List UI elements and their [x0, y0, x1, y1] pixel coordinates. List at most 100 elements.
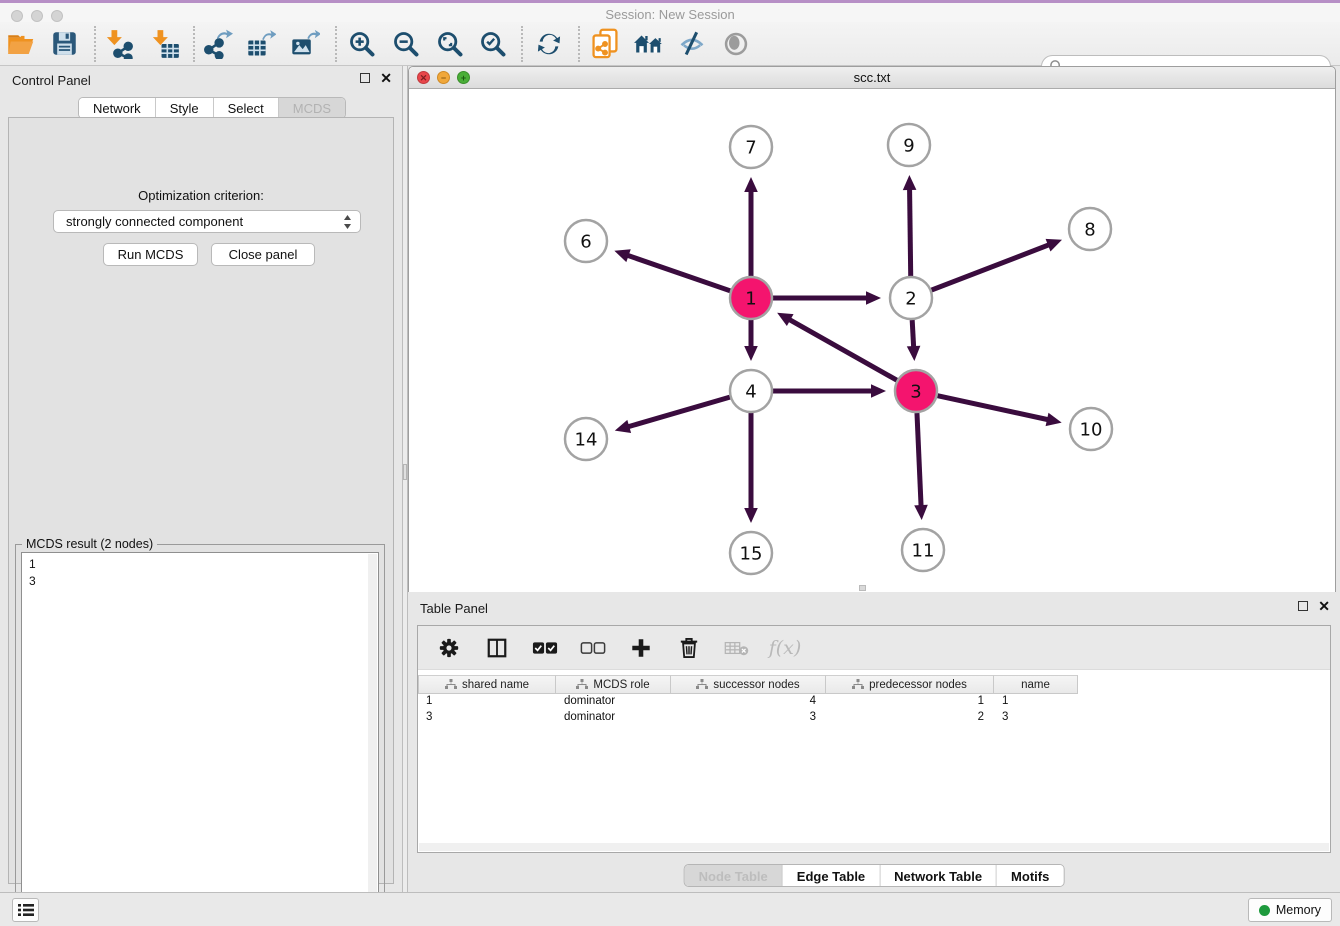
column-header-successor-nodes[interactable]: successor nodes: [671, 675, 826, 694]
status-bar: Memory: [0, 892, 1340, 926]
control-panel-tabs: Network Style Select MCDS: [78, 97, 346, 119]
graph-node-label: 3: [910, 382, 921, 403]
mcds-result-group: MCDS result (2 nodes) 1 3: [15, 544, 385, 924]
zoom-selected-button[interactable]: [474, 25, 512, 63]
graph-edge-3-10[interactable]: [937, 396, 1048, 420]
first-neighbors-button[interactable]: [630, 25, 668, 63]
close-panel-button[interactable]: Close panel: [211, 243, 315, 266]
zoom-in-button[interactable]: [343, 25, 381, 63]
hide-selected-button[interactable]: [673, 25, 711, 63]
network-close-icon[interactable]: ✕: [417, 71, 430, 84]
network-maximize-icon[interactable]: +: [457, 71, 470, 84]
export-image-icon: [290, 29, 320, 59]
zoom-in-icon: [348, 30, 376, 58]
memory-status-icon: [1259, 905, 1270, 916]
column-label: successor nodes: [713, 679, 799, 691]
add-column-button[interactable]: [628, 635, 654, 661]
show-all-button[interactable]: [717, 25, 755, 63]
tab-node-table[interactable]: Node Table: [685, 865, 783, 886]
graph-edge-arrowhead: [871, 384, 886, 398]
table-panel-close-icon[interactable]: ✕: [1318, 600, 1330, 612]
tab-style[interactable]: Style: [156, 98, 214, 118]
column-tree-icon: [576, 679, 588, 690]
show-columns-button[interactable]: [484, 635, 510, 661]
graph-node-label: 8: [1084, 220, 1095, 241]
network-minimize-icon[interactable]: −: [437, 71, 450, 84]
tab-select[interactable]: Select: [214, 98, 279, 118]
graph-edge-1-6[interactable]: [627, 255, 731, 291]
tab-mcds[interactable]: MCDS: [279, 98, 345, 118]
cell-shared-name[interactable]: 1: [418, 694, 556, 710]
zoom-fit-button[interactable]: [431, 25, 469, 63]
select-all-columns-button[interactable]: [532, 635, 558, 661]
export-image-button[interactable]: [286, 25, 324, 63]
mcds-result-scrollbar[interactable]: [368, 554, 377, 916]
function-builder-button[interactable]: f(x): [772, 635, 798, 661]
cell-name[interactable]: 3: [994, 710, 1078, 726]
column-header-predecessor-nodes[interactable]: predecessor nodes: [826, 675, 994, 694]
cell-mcds-role[interactable]: dominator: [556, 694, 671, 710]
graph-edge-2-9[interactable]: [910, 188, 911, 276]
toolbar-separator: [521, 26, 523, 62]
import-network-button[interactable]: [100, 25, 138, 63]
cell-successor-nodes[interactable]: 4: [671, 694, 826, 710]
zoom-fit-icon: [436, 30, 464, 58]
network-view-window: ✕ − + scc.txt 7968124314101511: [408, 66, 1336, 592]
cell-mcds-role[interactable]: dominator: [556, 710, 671, 726]
cell-successor-nodes[interactable]: 3: [671, 710, 826, 726]
export-network-icon: [203, 29, 233, 59]
task-history-button[interactable]: [12, 898, 39, 922]
apply-layout-button[interactable]: [530, 25, 568, 63]
network-window-titlebar: ✕ − + scc.txt: [409, 67, 1335, 89]
delete-table-button[interactable]: [724, 635, 750, 661]
tab-motifs[interactable]: Motifs: [997, 865, 1063, 886]
unchecked-boxes-icon: [580, 641, 606, 655]
graph-edge-4-14[interactable]: [627, 397, 730, 427]
graph-edge-2-3[interactable]: [912, 320, 914, 348]
column-header-shared-name[interactable]: shared name: [418, 675, 556, 694]
table-row[interactable]: 3 dominator 3 2 3: [418, 710, 1330, 726]
column-header-name[interactable]: name: [994, 675, 1078, 694]
memory-button[interactable]: Memory: [1248, 898, 1332, 922]
table-settings-button[interactable]: [436, 635, 462, 661]
table-panel-float-icon[interactable]: [1298, 601, 1308, 611]
mcds-result-line: 3: [29, 573, 378, 590]
cell-name[interactable]: 1: [994, 694, 1078, 710]
cell-predecessor-nodes[interactable]: 1: [826, 694, 994, 710]
cell-shared-name[interactable]: 3: [418, 710, 556, 726]
tab-network[interactable]: Network: [79, 98, 156, 118]
network-canvas[interactable]: 7968124314101511: [409, 89, 1335, 592]
control-panel-close-icon[interactable]: ✕: [380, 72, 392, 84]
graph-edge-arrowhead: [744, 508, 758, 523]
table-horizontal-scrollbar[interactable]: [419, 843, 1329, 851]
delete-column-button[interactable]: [676, 635, 702, 661]
select-stepper-icon: [343, 214, 352, 230]
cell-predecessor-nodes[interactable]: 2: [826, 710, 994, 726]
control-panel-float-icon[interactable]: [360, 73, 370, 83]
table-row[interactable]: 1 dominator 4 1 1: [418, 694, 1330, 710]
toolbar-separator: [578, 26, 580, 62]
export-network-button[interactable]: [199, 25, 237, 63]
graph-edge-3-11[interactable]: [917, 413, 921, 507]
optimization-criterion-select[interactable]: strongly connected component: [53, 210, 361, 233]
graph-edge-arrowhead: [744, 346, 758, 361]
clone-network-button[interactable]: [586, 25, 624, 63]
toolbar-separator: [335, 26, 337, 62]
tab-edge-table[interactable]: Edge Table: [783, 865, 880, 886]
horizontal-split-grip[interactable]: [859, 585, 866, 591]
run-mcds-button[interactable]: Run MCDS: [103, 243, 198, 266]
import-table-button[interactable]: [146, 25, 184, 63]
column-header-mcds-role[interactable]: MCDS role: [556, 675, 671, 694]
graph-edge-2-8[interactable]: [932, 244, 1050, 290]
open-file-button[interactable]: [3, 25, 41, 63]
splitter-grip[interactable]: [403, 464, 407, 480]
control-panel: Control Panel ✕ Network Style Select MCD…: [0, 66, 402, 892]
deselect-all-columns-button[interactable]: [580, 635, 606, 661]
graph-node-label: 2: [905, 289, 916, 310]
zoom-out-button[interactable]: [387, 25, 425, 63]
tab-network-table[interactable]: Network Table: [880, 865, 997, 886]
save-session-button[interactable]: [45, 25, 83, 63]
export-table-button[interactable]: [242, 25, 280, 63]
mcds-result-textarea[interactable]: 1 3: [21, 552, 379, 918]
graph-edge-3-1[interactable]: [788, 319, 896, 380]
